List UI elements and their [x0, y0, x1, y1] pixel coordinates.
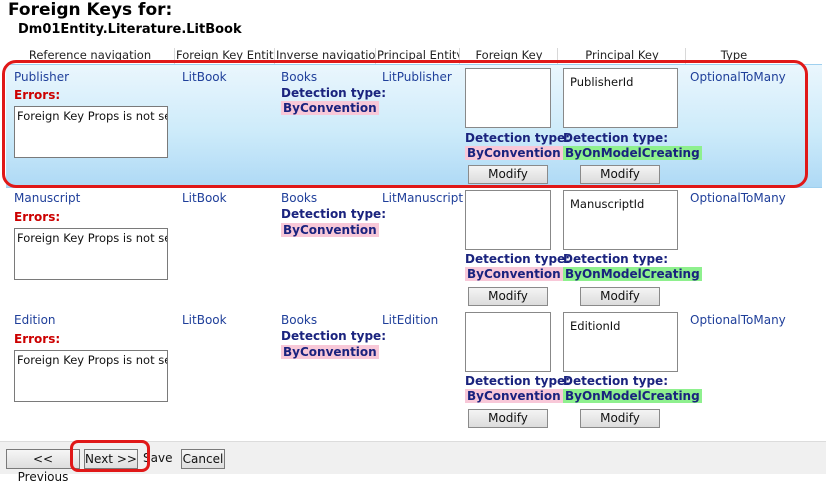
- col-header-foreign-key[interactable]: Foreign Key: [461, 48, 558, 64]
- error-message-box[interactable]: Foreign Key Props is not set.: [14, 106, 168, 158]
- detection-type-badge: ByConvention: [465, 267, 563, 281]
- inverse-navigation: Books: [281, 191, 318, 205]
- errors-label: Errors:: [14, 210, 61, 224]
- detection-type-badge: ByOnModelCreating: [563, 267, 702, 281]
- detection-type-label: Detection type:: [465, 131, 570, 145]
- relationship-type: OptionalToMany: [690, 191, 786, 205]
- col-header-principal-key[interactable]: Principal Key: [559, 48, 686, 64]
- modify-foreign-key-button[interactable]: Modify: [468, 287, 548, 306]
- detection-type-label: Detection type:: [281, 207, 386, 221]
- modify-principal-key-button[interactable]: Modify: [580, 409, 660, 428]
- principal-entity: LitPublisher: [382, 70, 452, 84]
- next-button[interactable]: Next >>: [84, 449, 138, 469]
- principal-key-list[interactable]: ManuscriptId: [563, 190, 678, 250]
- error-message-box[interactable]: Foreign Key Props is not set.: [14, 228, 168, 280]
- detection-type-badge: ByOnModelCreating: [563, 146, 702, 160]
- detection-type-label: Detection type:: [465, 374, 570, 388]
- errors-label: Errors:: [14, 88, 61, 102]
- detection-type-badge: ByConvention: [281, 345, 379, 359]
- reference-navigation: Edition: [14, 313, 56, 327]
- col-header-reference-navigation[interactable]: Reference navigation: [6, 48, 175, 64]
- detection-type-badge: ByConvention: [465, 389, 563, 403]
- detection-type-label: Detection type:: [563, 131, 668, 145]
- col-header-foreign-key-entity[interactable]: Foreign Key Entity: [176, 48, 275, 64]
- inverse-navigation: Books: [281, 70, 318, 84]
- detection-type-badge: ByOnModelCreating: [563, 389, 702, 403]
- modify-principal-key-button[interactable]: Modify: [580, 287, 660, 306]
- previous-button[interactable]: << Previous: [6, 449, 80, 484]
- detection-type-label: Detection type:: [563, 374, 668, 388]
- relationship-type: OptionalToMany: [690, 70, 786, 84]
- cancel-button[interactable]: Cancel: [181, 449, 225, 469]
- foreign-key-list[interactable]: [465, 190, 551, 250]
- detection-type-label: Detection type:: [465, 252, 570, 266]
- detection-type-label: Detection type:: [281, 329, 386, 343]
- detection-type-badge: ByConvention: [465, 146, 563, 160]
- col-header-inverse-navigation[interactable]: Inverse navigation: [276, 48, 376, 64]
- col-header-type[interactable]: Type: [687, 48, 781, 64]
- reference-navigation: Publisher: [14, 70, 70, 84]
- foreign-key-entity: LitBook: [182, 313, 227, 327]
- principal-key-list[interactable]: EditionId: [563, 312, 678, 372]
- foreign-key-entity: LitBook: [182, 70, 227, 84]
- page-title: Foreign Keys for:: [8, 0, 173, 20]
- modify-foreign-key-button[interactable]: Modify: [468, 409, 548, 428]
- modify-principal-key-button[interactable]: Modify: [580, 165, 660, 184]
- principal-entity: LitManuscript: [382, 191, 464, 205]
- col-header-principal-entity[interactable]: Principal Entity: [377, 48, 460, 64]
- foreign-key-list[interactable]: [465, 312, 551, 372]
- detection-type-badge: ByConvention: [281, 101, 379, 115]
- detection-type-badge: ByConvention: [281, 223, 379, 237]
- error-message-box[interactable]: Foreign Key Props is not set.: [14, 350, 168, 402]
- errors-label: Errors:: [14, 332, 61, 346]
- detection-type-label: Detection type:: [281, 86, 386, 100]
- entity-subtitle: Dm01Entity.Literature.LitBook: [18, 22, 242, 37]
- foreign-key-list[interactable]: [465, 68, 551, 128]
- principal-key-list[interactable]: PublisherId: [563, 68, 678, 128]
- principal-entity: LitEdition: [382, 313, 439, 327]
- save-button[interactable]: Save: [143, 451, 172, 465]
- inverse-navigation: Books: [281, 313, 318, 327]
- modify-foreign-key-button[interactable]: Modify: [468, 165, 548, 184]
- relationship-type: OptionalToMany: [690, 313, 786, 327]
- reference-navigation: Manuscript: [14, 191, 81, 205]
- detection-type-label: Detection type:: [563, 252, 668, 266]
- foreign-key-entity: LitBook: [182, 191, 227, 205]
